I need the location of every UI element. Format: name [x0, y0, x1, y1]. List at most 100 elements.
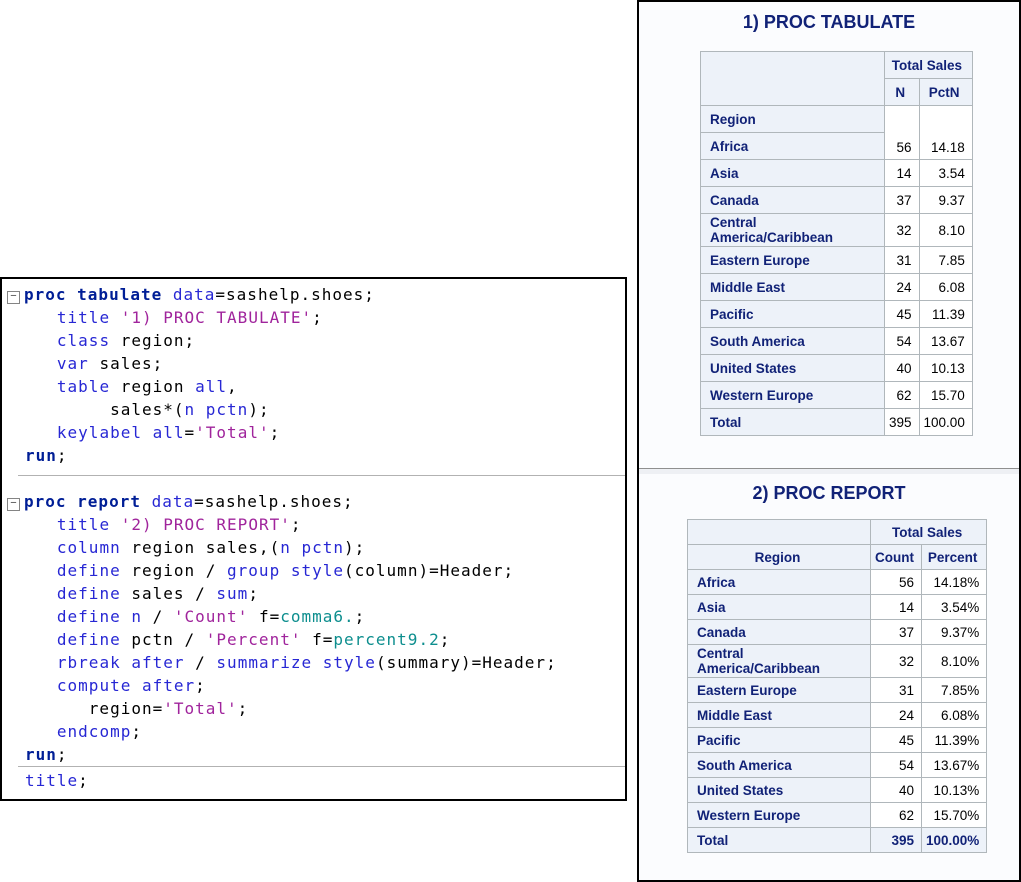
code-line[interactable]: table region all,: [2, 375, 625, 398]
code-token: [25, 584, 57, 603]
table-row: Asia143.54%: [688, 595, 987, 620]
code-token: [25, 630, 57, 649]
percent-value-cell: 10.13%: [921, 778, 986, 803]
code-line[interactable]: keylabel all='Total';: [2, 421, 625, 444]
code-line[interactable]: class region;: [2, 329, 625, 352]
n-value-cell: 31: [885, 247, 920, 274]
pctn-value-cell: 6.08: [919, 274, 972, 301]
region-label-cell: Africa: [688, 570, 871, 595]
n-column-header: N: [885, 79, 920, 106]
collapse-toggle-icon[interactable]: −: [7, 498, 20, 511]
code-line[interactable]: rbreak after / summarize style(summary)=…: [2, 651, 625, 674]
code-token: run: [25, 446, 57, 465]
region-label-cell: Western Europe: [701, 382, 885, 409]
code-line[interactable]: sales*(n pctn);: [2, 398, 625, 421]
code-token: [110, 308, 121, 327]
code-line[interactable]: define pctn / 'Percent' f=percent9.2;: [2, 628, 625, 651]
code-line[interactable]: var sales;: [2, 352, 625, 375]
code-line[interactable]: −proc tabulate data=sashelp.shoes;: [2, 283, 625, 306]
code-line[interactable]: endcomp;: [2, 720, 625, 743]
n-value-cell: 45: [885, 301, 920, 328]
code-line[interactable]: run;: [2, 444, 625, 467]
table-row: South America5413.67%: [688, 753, 987, 778]
table-header-row: Total Sales: [701, 52, 973, 79]
code-line[interactable]: define region / group style(column)=Head…: [2, 559, 625, 582]
report2-title: 2) PROC REPORT: [639, 483, 1019, 504]
code-token: rbreak: [57, 653, 121, 672]
code-token: keylabel: [57, 423, 142, 442]
region-label-cell: South America: [688, 753, 871, 778]
code-token: [291, 538, 302, 557]
region-label-cell: Asia: [688, 595, 871, 620]
code-token: region;: [110, 331, 195, 350]
code-token: region sales,(: [121, 538, 281, 557]
code-line[interactable]: compute after;: [2, 674, 625, 697]
percent-column-header: Percent: [921, 545, 986, 570]
table-row: Canada379.37: [701, 187, 973, 214]
region-label-cell: Pacific: [688, 728, 871, 753]
code-line[interactable]: title '1) PROC TABULATE';: [2, 306, 625, 329]
code-token: ;: [57, 745, 68, 764]
code-token: proc tabulate: [24, 285, 162, 304]
collapse-toggle-icon[interactable]: −: [7, 291, 20, 304]
region-label-cell: Canada: [688, 620, 871, 645]
code-token: [280, 561, 291, 580]
table-subheader-row: RegionCountPercent: [688, 545, 987, 570]
code-line[interactable]: column region sales,(n pctn);: [2, 536, 625, 559]
code-token: title: [57, 308, 110, 327]
tabulate-table: Total SalesNPctNRegionAfrica5614.18Asia1…: [700, 51, 973, 436]
table-row: Pacific4511.39: [701, 301, 973, 328]
n-value-cell: 54: [885, 328, 920, 355]
code-token: [25, 423, 57, 442]
table-row: Total395100.00: [701, 409, 973, 436]
code-token: ;: [355, 607, 366, 626]
code-token: ;: [78, 771, 89, 790]
code-line[interactable]: region='Total';: [2, 697, 625, 720]
code-token: [25, 354, 57, 373]
code-token: =sashelp.shoes;: [215, 285, 375, 304]
code-token: endcomp: [57, 722, 131, 741]
code-token: =: [185, 423, 196, 442]
code-token: n: [185, 400, 196, 419]
code-line[interactable]: define n / 'Count' f=comma6.;: [2, 605, 625, 628]
code-line[interactable]: run;: [2, 743, 625, 766]
region-label-cell: Middle East: [688, 703, 871, 728]
code-line[interactable]: title '2) PROC REPORT';: [2, 513, 625, 536]
code-token: (summary)=Header;: [376, 653, 557, 672]
code-token: 'Count': [174, 607, 248, 626]
code-line[interactable]: −proc report data=sashelp.shoes;: [2, 490, 625, 513]
code-token: );: [344, 538, 365, 557]
n-value-cell: [885, 106, 920, 133]
code-lines[interactable]: −proc tabulate data=sashelp.shoes; title…: [2, 279, 625, 792]
code-token: percent9.2: [333, 630, 439, 649]
percent-value-cell: 100.00%: [921, 828, 986, 853]
code-token: [131, 676, 142, 695]
code-token: 'Total': [163, 699, 237, 718]
code-line[interactable]: title;: [2, 769, 625, 792]
code-token: ;: [440, 630, 451, 649]
table-row: Eastern Europe317.85: [701, 247, 973, 274]
table-row: Region: [701, 106, 973, 133]
output-page-divider: [639, 468, 1019, 474]
code-token: group: [227, 561, 280, 580]
code-line[interactable]: define sales / sum;: [2, 582, 625, 605]
code-token: [162, 285, 173, 304]
code-token: ;: [57, 446, 68, 465]
code-token: '1) PROC TABULATE': [121, 308, 312, 327]
count-value-cell: 45: [871, 728, 922, 753]
code-token: ,: [227, 377, 238, 396]
code-editor[interactable]: −proc tabulate data=sashelp.shoes; title…: [0, 277, 627, 801]
code-token: sales*(: [25, 400, 185, 419]
code-token: [25, 331, 57, 350]
table-row: Total395100.00%: [688, 828, 987, 853]
pctn-value-cell: 3.54: [919, 160, 972, 187]
report1-title: 1) PROC TABULATE: [639, 12, 1019, 33]
code-token: title: [25, 771, 78, 790]
pctn-value-cell: 15.70: [919, 382, 972, 409]
n-value-cell: 24: [885, 274, 920, 301]
table-row: Eastern Europe317.85%: [688, 678, 987, 703]
pctn-value-cell: 7.85: [919, 247, 972, 274]
pctn-value-cell: 8.10: [919, 214, 972, 247]
table-row: Western Europe6215.70: [701, 382, 973, 409]
code-token: [25, 308, 57, 327]
